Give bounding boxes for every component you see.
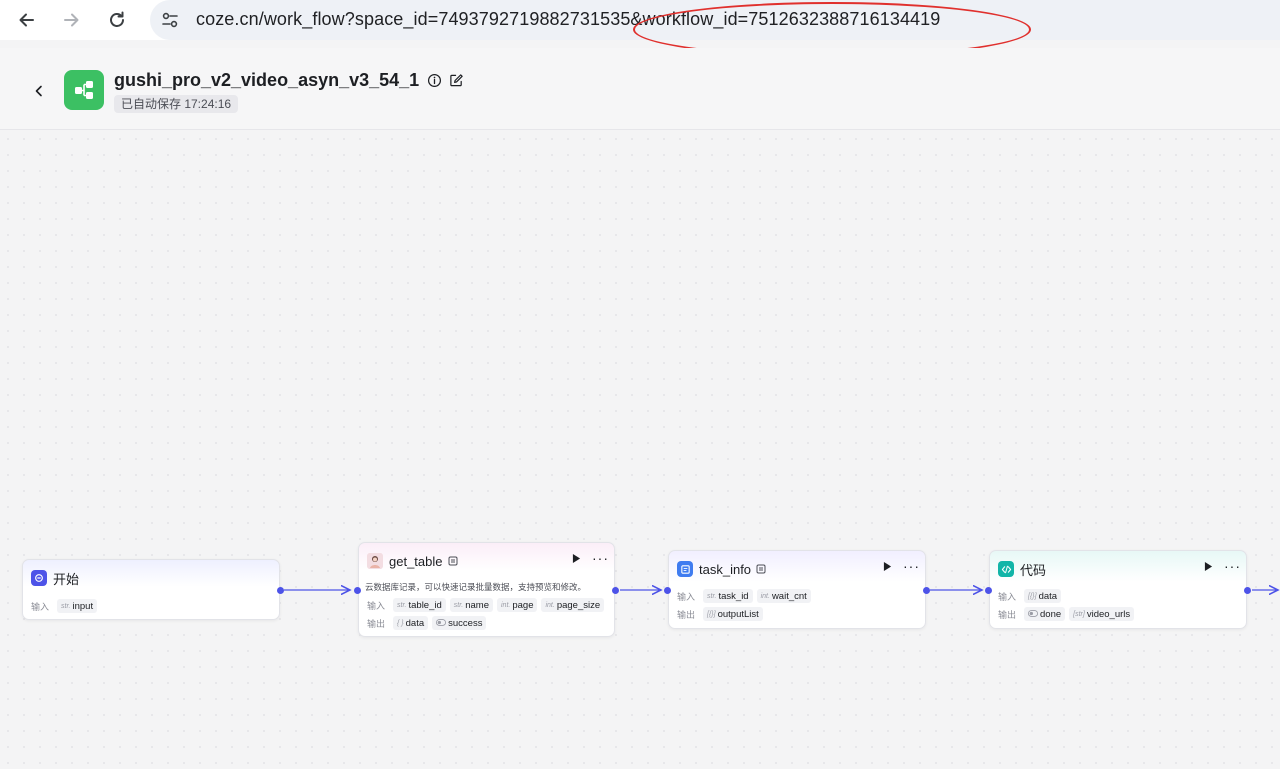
param-chip: str. table_id [393,598,446,612]
chevron-left-icon[interactable] [28,80,50,102]
param-chip: [str] video_urls [1069,607,1135,621]
input-port[interactable] [664,587,671,594]
param-chip: { } data [393,616,429,630]
node-title: 开始 [53,571,80,587]
output-port[interactable] [1244,587,1251,594]
param-chip: str. name [449,598,493,612]
io-label: 输入 [677,591,696,602]
io-label: 输出 [998,609,1017,620]
io-label: 输入 [998,591,1017,602]
io-label: 输入 [31,601,50,612]
param-chip: int. page [497,598,538,612]
toggle-icon [1028,609,1039,619]
param-chip: success [432,616,487,630]
node-title: get_table [389,553,443,569]
edit-icon[interactable] [448,72,464,88]
back-arrow-icon[interactable] [14,8,40,32]
workflow-logo-icon [64,70,104,110]
input-port[interactable] [354,587,361,594]
input-port[interactable] [985,587,992,594]
plugin-tag-icon [448,556,458,566]
start-icon [31,570,47,586]
autosave-status: 已自动保存 17:24:16 [114,95,239,113]
node-title: task_info [699,561,752,577]
start-node[interactable]: 开始 输入 str. input [22,559,280,620]
get-table-node[interactable]: get_table ··· 云数据库记录，可以快速记录批量数据，支持预览和修改。… [358,542,615,637]
param-chip: int. page_size [541,598,605,612]
site-settings-icon[interactable] [160,10,180,30]
plugin-icon [677,561,693,577]
workflow-canvas[interactable] [0,131,1280,769]
reload-icon[interactable] [104,8,130,32]
param-chip: str. task_id [703,589,753,603]
workflow-header: gushi_pro_v2_video_asyn_v3_54_1 已自动保存 17… [0,48,1280,130]
plugin-tag-icon [756,564,766,574]
forward-arrow-icon[interactable] [58,8,84,32]
more-icon[interactable]: ··· [1224,559,1240,573]
io-label: 输出 [677,609,696,620]
node-description: 云数据库记录，可以快速记录批量数据，支持预览和修改。 [365,582,587,592]
url-text[interactable]: coze.cn/work_flow?space_id=7493792719882… [196,9,940,30]
output-port[interactable] [612,587,619,594]
output-port[interactable] [277,587,284,594]
param-chip: int. wait_cnt [756,589,811,603]
plugin-avatar-icon [367,553,383,569]
param-chip: [{}] data [1024,589,1062,603]
param-chip: [{}] outputList [703,607,763,621]
code-icon [998,561,1014,577]
run-icon[interactable] [572,552,582,564]
page-title: gushi_pro_v2_video_asyn_v3_54_1 [114,70,420,90]
browser-toolbar: coze.cn/work_flow?space_id=7493792719882… [0,0,1280,40]
info-icon[interactable] [426,72,442,88]
code-node[interactable]: 代码 ··· 输入 [{}] data 输出 done [str] video_ur… [989,550,1247,629]
address-bar[interactable]: coze.cn/work_flow?space_id=7493792719882… [150,0,1280,40]
io-label: 输入 [367,600,386,611]
output-port[interactable] [923,587,930,594]
more-icon[interactable]: ··· [903,559,919,573]
node-title: 代码 [1020,562,1047,578]
task-info-node[interactable]: task_info ··· 输入 str. task_id int. wait_cn… [668,550,926,629]
io-label: 输出 [367,618,386,629]
run-icon[interactable] [1204,560,1214,572]
more-icon[interactable]: ··· [592,551,608,565]
run-icon[interactable] [883,560,893,572]
param-chip: done [1024,607,1066,621]
toggle-icon [436,618,447,628]
param-chip: str. input [57,599,98,613]
